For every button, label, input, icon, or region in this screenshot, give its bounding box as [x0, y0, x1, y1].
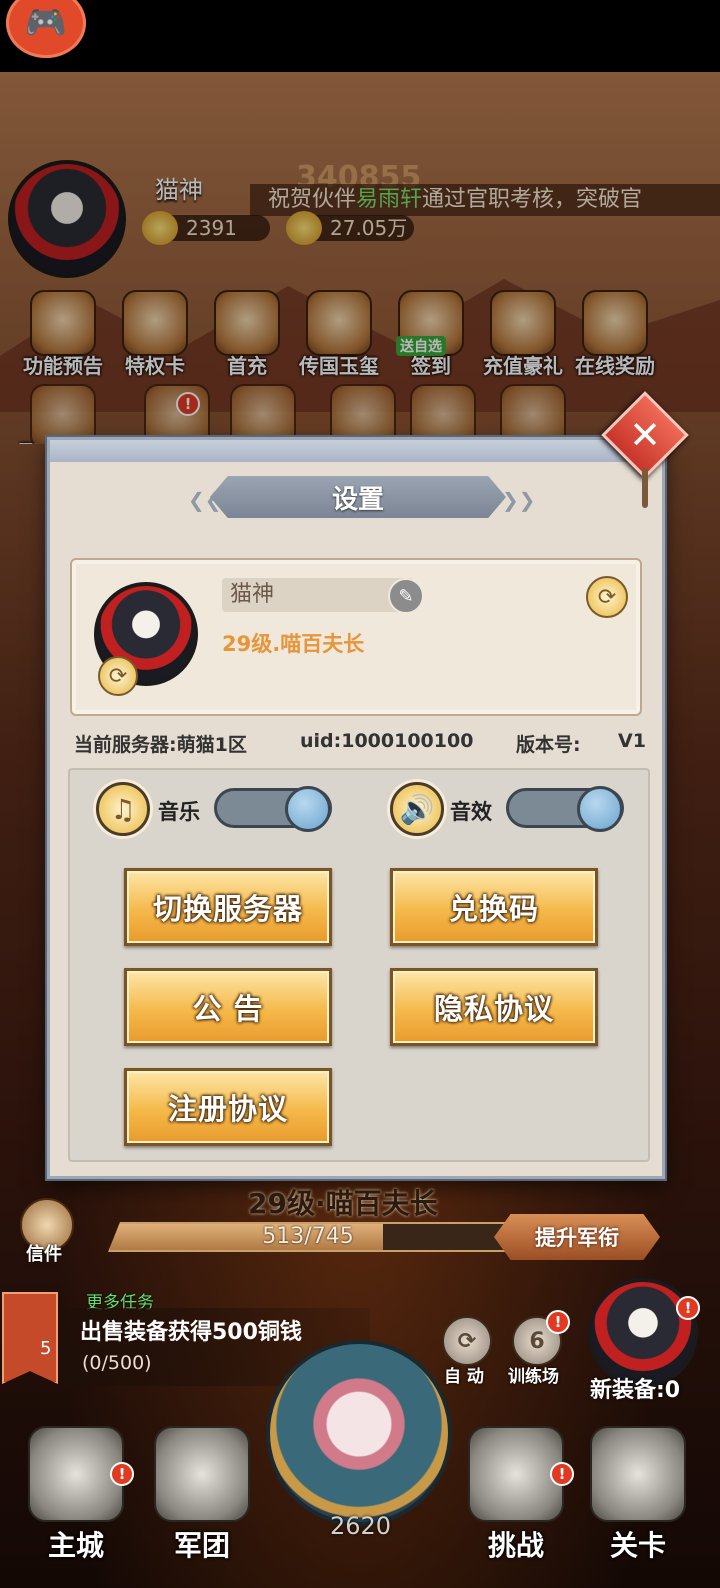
switch-server-button[interactable]: 切换服务器	[124, 868, 332, 946]
rank-progress-bar: 513/745	[108, 1222, 508, 1252]
nav-challenge[interactable]: 挑战	[456, 1426, 576, 1564]
change-avatar-icon[interactable]: ⟳	[98, 656, 138, 696]
training-ground-label: 训练场	[508, 1367, 559, 1387]
music-label: 音乐	[158, 800, 200, 824]
nav-stage[interactable]: 关卡	[578, 1426, 698, 1564]
shield-icon	[154, 1426, 250, 1522]
sfx-toggle[interactable]	[506, 786, 624, 832]
dialog-header-bar	[50, 440, 662, 462]
version-label: 版本号:	[516, 734, 581, 756]
toggle-knob	[285, 786, 331, 832]
profile-rank: 29级.喵百夫长	[222, 632, 365, 656]
nav-label: 军团	[173, 1529, 230, 1562]
promote-rank-button[interactable]: 提升军衔	[494, 1214, 660, 1260]
uid-value: uid:1000100100	[300, 730, 474, 752]
quest-description: 出售装备获得500铜钱	[80, 1320, 302, 1345]
rank-progress-text: 513/745	[262, 1224, 354, 1249]
status-bar	[0, 0, 720, 72]
version-value: V1	[618, 730, 646, 752]
auto-battle-icon[interactable]: ⟳	[442, 1316, 492, 1366]
settings-panel: ♫ 音乐 🔊 音效 切换服务器 兑换码 公 告 隐私协议 注册协议	[68, 768, 650, 1162]
military-rank-title: 29级·喵百夫长	[248, 1187, 438, 1220]
close-tassel	[642, 468, 648, 508]
register-agreement-button[interactable]: 注册协议	[124, 1068, 332, 1146]
main-city-alert-badge: !	[110, 1462, 134, 1486]
announcement-button[interactable]: 公 告	[124, 968, 332, 1046]
music-toggle[interactable]	[214, 786, 332, 832]
quest-ribbon-number: 5	[40, 1338, 52, 1359]
bottom-nav: 主城 军团 挑战 关卡	[0, 1400, 720, 1588]
dialog-title: 设置	[331, 484, 384, 515]
current-server: 当前服务器:萌猫1区	[74, 734, 247, 756]
music-note-icon: ♫	[96, 782, 150, 836]
flag-icon	[590, 1426, 686, 1522]
mail-label: 信件	[26, 1244, 62, 1265]
privacy-policy-button[interactable]: 隐私协议	[390, 968, 598, 1046]
edit-name-icon[interactable]: ✎	[388, 578, 424, 614]
training-alert-badge: !	[546, 1310, 570, 1334]
redeem-code-button[interactable]: 兑换码	[390, 868, 598, 946]
nav-legion[interactable]: 军团	[142, 1426, 262, 1564]
nav-main-city[interactable]: 主城	[16, 1426, 136, 1564]
nav-label: 关卡	[609, 1529, 666, 1562]
challenge-alert-badge: !	[550, 1462, 574, 1486]
profile-name-field: 猫神	[222, 578, 414, 612]
profile-card: ⟳ 猫神 ✎ 29级.喵百夫长 ⟳	[70, 558, 642, 716]
settings-dialog: ❮❮ ❯❯ 设置 ⟳ 猫神 ✎ 29级.喵百夫长 ⟳ 当前服务器:萌猫1区 ui…	[47, 437, 665, 1179]
nav-label: 主城	[47, 1529, 104, 1562]
close-icon[interactable]: ✕	[614, 404, 676, 466]
nav-label: 挑战	[487, 1529, 544, 1562]
equipment-alert-badge: !	[676, 1296, 700, 1320]
title-ornament-right: ❯❯	[502, 488, 536, 512]
speaker-icon: 🔊	[390, 782, 444, 836]
toggle-knob	[577, 786, 623, 832]
auto-battle-label: 自 动	[444, 1367, 484, 1387]
dialog-title-plate: 设置	[210, 476, 506, 518]
switch-account-icon[interactable]: ⟳	[586, 576, 628, 618]
quest-progress: (0/500)	[82, 1352, 152, 1374]
sfx-label: 音效	[450, 800, 492, 824]
